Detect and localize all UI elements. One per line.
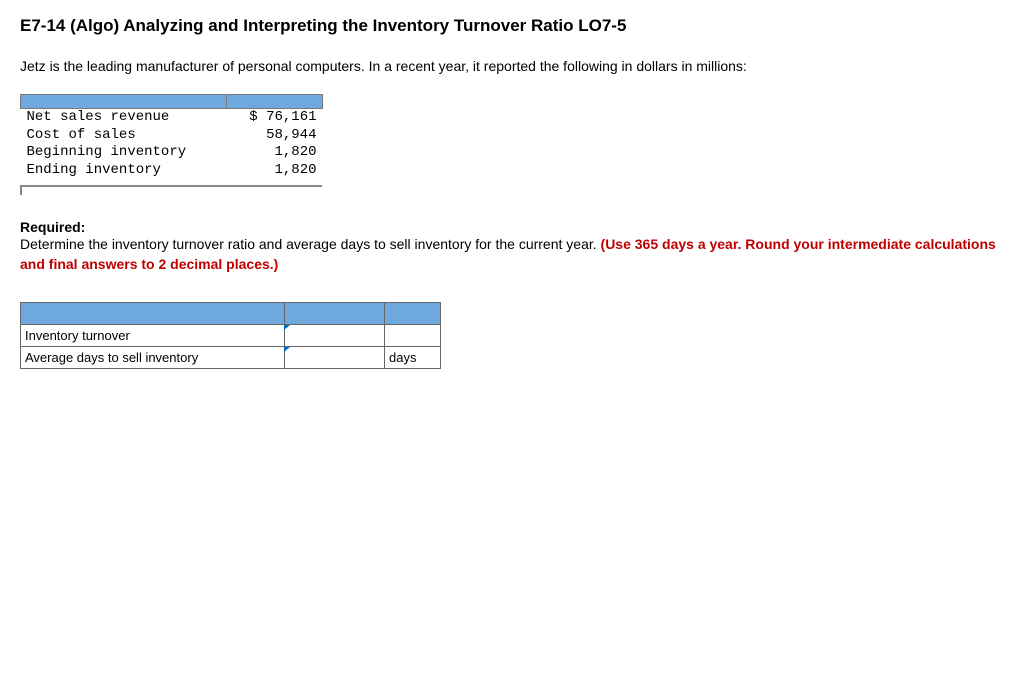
answer-row: Average days to sell inventory days <box>21 347 441 369</box>
answer-header-cell <box>285 303 385 325</box>
table-row: Net sales revenue $ 76,161 <box>21 109 323 127</box>
financial-data-table: Net sales revenue $ 76,161 Cost of sales… <box>20 94 323 179</box>
answer-header-cell <box>385 303 441 325</box>
required-text-plain: Determine the inventory turnover ratio a… <box>20 236 601 252</box>
table-row: Cost of sales 58,944 <box>21 127 323 145</box>
row-value: 1,820 <box>227 162 323 180</box>
table-footer-border <box>20 185 322 195</box>
inventory-turnover-input[interactable] <box>285 325 385 347</box>
required-heading: Required: <box>20 219 1004 235</box>
answer-label: Inventory turnover <box>21 325 285 347</box>
row-value: 1,820 <box>227 144 323 162</box>
problem-description: Jetz is the leading manufacturer of pers… <box>20 58 1004 74</box>
answer-label: Average days to sell inventory <box>21 347 285 369</box>
answer-header-cell <box>21 303 285 325</box>
row-label: Beginning inventory <box>21 144 227 162</box>
row-label: Net sales revenue <box>21 109 227 127</box>
row-value: 58,944 <box>227 127 323 145</box>
page-title: E7-14 (Algo) Analyzing and Interpreting … <box>20 16 1004 36</box>
input-indicator-icon <box>284 347 290 352</box>
table-row: Beginning inventory 1,820 <box>21 144 323 162</box>
answer-unit: days <box>385 347 441 369</box>
row-value: $ 76,161 <box>227 109 323 127</box>
answer-row: Inventory turnover <box>21 325 441 347</box>
answer-header-row <box>21 303 441 325</box>
average-days-input[interactable] <box>285 347 385 369</box>
required-section: Required: Determine the inventory turnov… <box>20 219 1004 274</box>
row-label: Ending inventory <box>21 162 227 180</box>
answer-input-table: Inventory turnover Average days to sell … <box>20 302 441 369</box>
required-instructions: Determine the inventory turnover ratio a… <box>20 235 1004 274</box>
table-row: Ending inventory 1,820 <box>21 162 323 180</box>
table-header-cell <box>21 95 227 109</box>
table-header-cell <box>227 95 323 109</box>
row-label: Cost of sales <box>21 127 227 145</box>
input-indicator-icon <box>284 325 290 330</box>
answer-unit <box>385 325 441 347</box>
table-header-row <box>21 95 323 109</box>
